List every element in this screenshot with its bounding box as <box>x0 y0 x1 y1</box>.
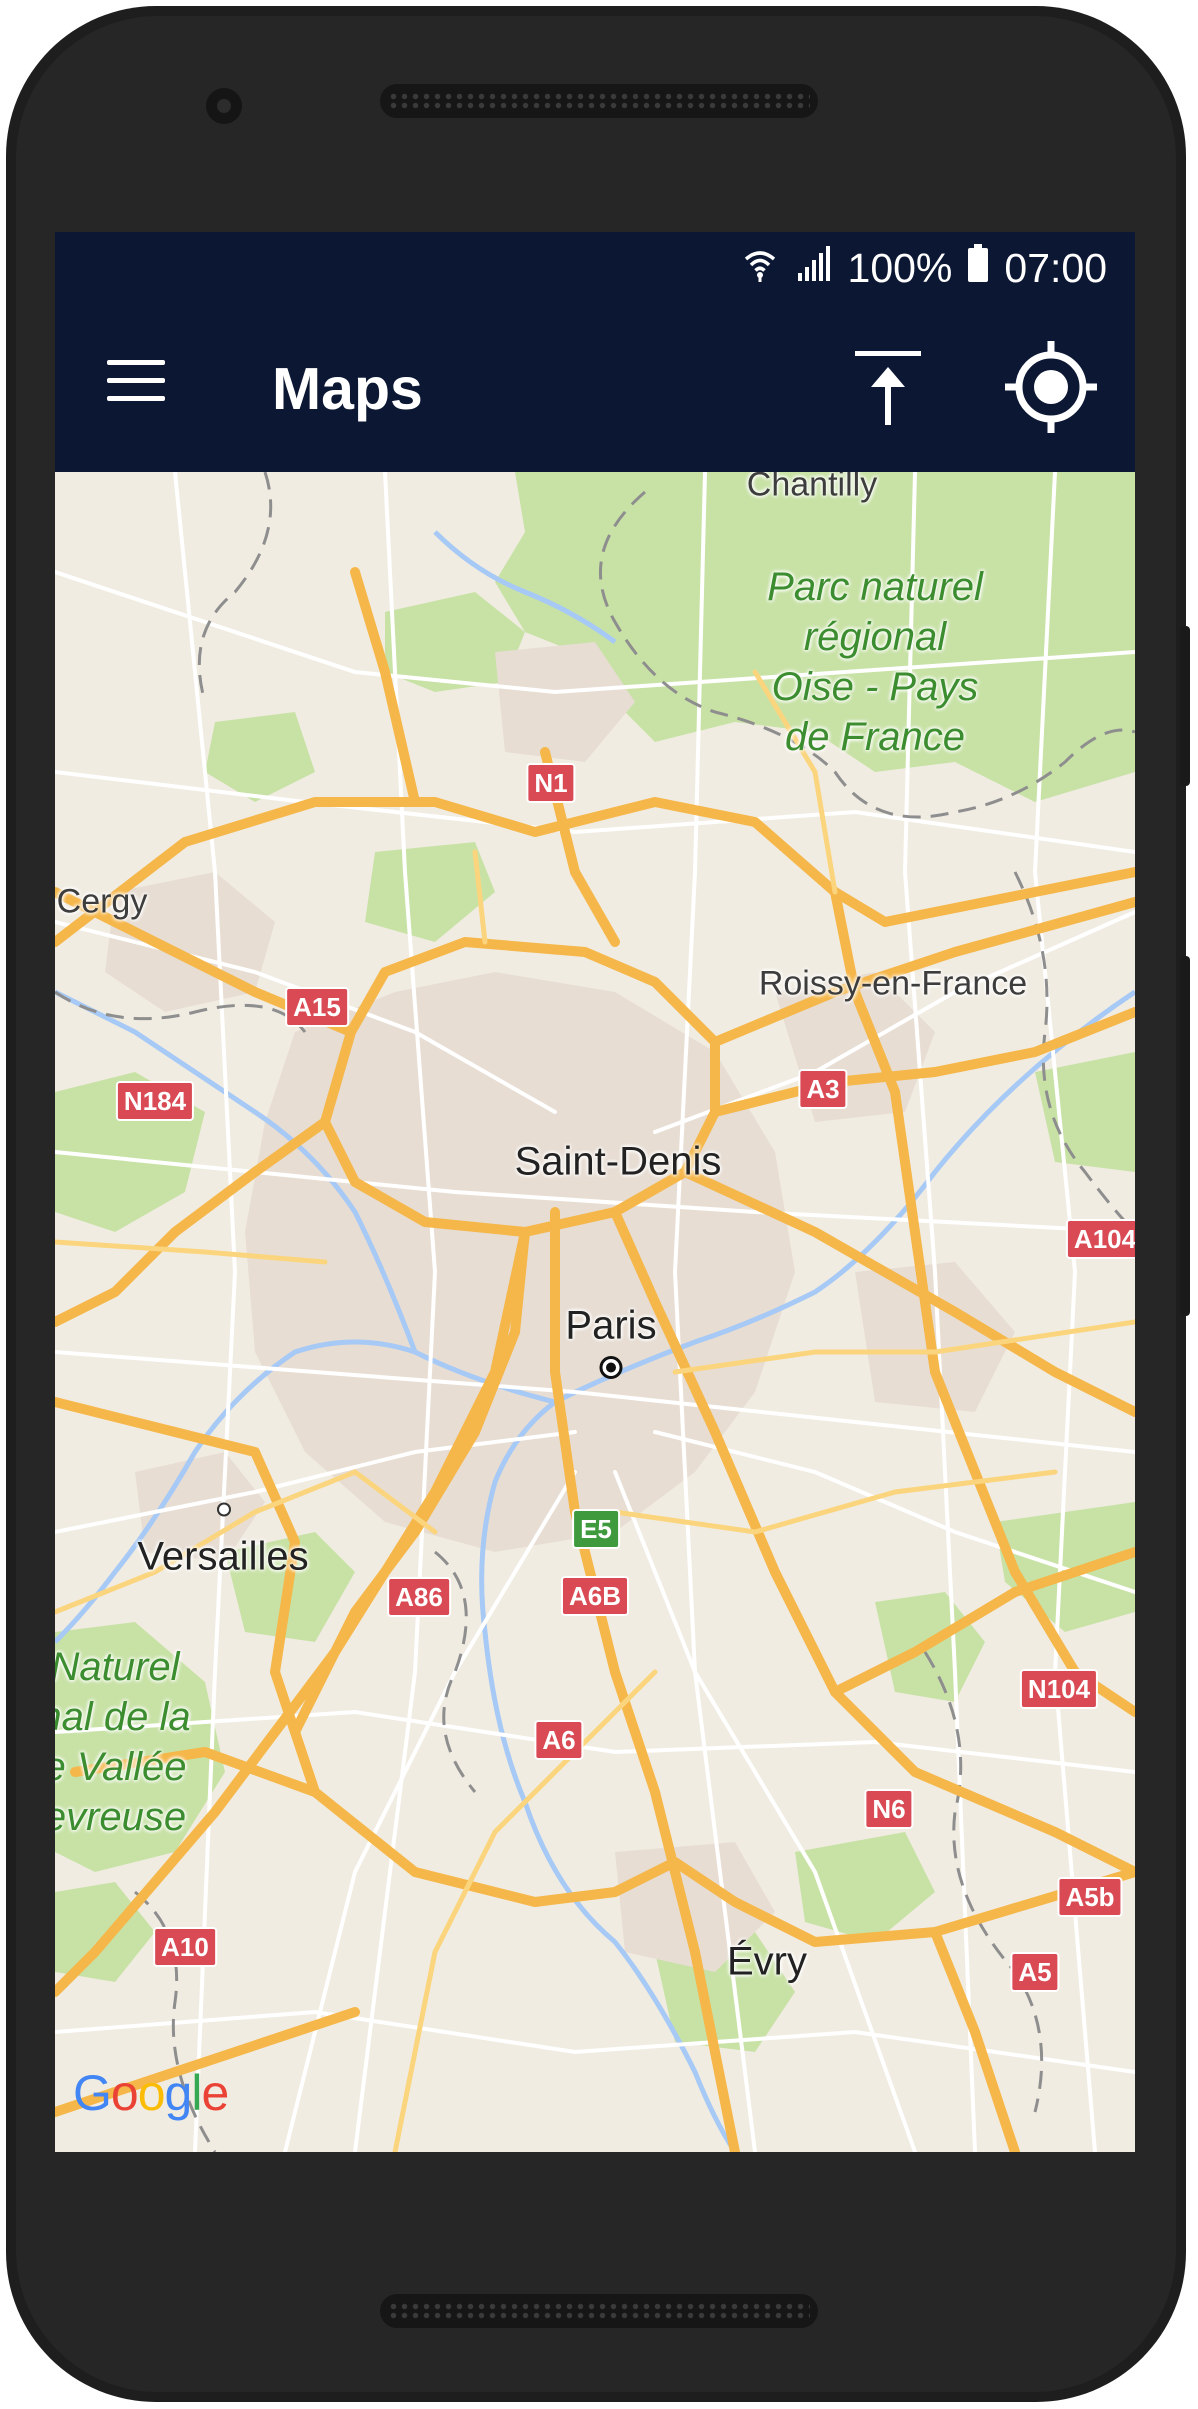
road-shield-a104: A104 <box>1065 1219 1135 1259</box>
power-button <box>1180 956 1190 1316</box>
road-shield-a5: A5 <box>1010 1952 1060 1992</box>
signal-icon <box>794 243 834 293</box>
road-shield-a86: A86 <box>387 1577 451 1617</box>
road-shield-a5b: A5b <box>1057 1877 1123 1917</box>
bottom-speaker <box>380 2294 818 2328</box>
road-shield-n1: N1 <box>526 763 576 803</box>
park-haute-vallee-de-chevreuse: Naturel nal de la e Vallée evreuse <box>55 1642 191 1842</box>
road-shield-a3: A3 <box>798 1069 848 1109</box>
road-shield-a15: A15 <box>285 987 349 1027</box>
road-shield-a6b: A6B <box>560 1576 630 1616</box>
road-shield-n184: N184 <box>115 1081 195 1121</box>
app-title: Maps <box>272 356 423 422</box>
park-label-line: de France <box>784 715 966 759</box>
battery-percent: 100% <box>847 244 953 291</box>
place-versailles: Versailles <box>137 1534 309 1579</box>
battery-icon <box>966 243 990 293</box>
road-shield-a10: A10 <box>153 1927 217 1967</box>
road-shield-n104: N104 <box>1019 1669 1099 1709</box>
place-chantilly: Chantilly <box>746 472 878 504</box>
road-shield-a6: A6 <box>534 1720 584 1760</box>
place-evry: Évry <box>727 1939 807 1984</box>
place-saint-denis: Saint-Denis <box>514 1139 722 1184</box>
google-logo: Google <box>73 2065 229 2121</box>
park-label-line: régional <box>803 615 947 659</box>
screen: 100% 07:00 Maps Chantilly Parc naturel r… <box>55 232 1135 2152</box>
status-bar: 100% 07:00 <box>55 232 1135 303</box>
front-camera <box>206 88 242 124</box>
park-label-line: evreuse <box>55 1795 187 1839</box>
map-view[interactable]: Chantilly Parc naturel régional Oise - P… <box>55 472 1135 2152</box>
menu-icon[interactable] <box>107 358 165 404</box>
park-label-line: nal de la <box>55 1695 191 1739</box>
park-label-line: Naturel <box>55 1645 180 1689</box>
place-cergy: Cergy <box>56 882 148 921</box>
park-label-line: Oise - Pays <box>771 665 979 709</box>
road-shield-n6: N6 <box>864 1789 914 1829</box>
wifi-icon <box>740 243 780 293</box>
park-label-line: e Vallée <box>55 1745 187 1789</box>
clock: 07:00 <box>1004 244 1107 291</box>
road-shield-e5: E5 <box>572 1509 620 1549</box>
place-roissy-en-france: Roissy-en-France <box>758 964 1028 1003</box>
top-speaker <box>380 84 818 118</box>
upload-icon[interactable] <box>845 343 935 433</box>
volume-button <box>1180 626 1190 786</box>
app-bar: Maps <box>55 303 1135 472</box>
town-marker-icon <box>216 1502 232 1523</box>
place-paris: Paris <box>565 1303 657 1348</box>
my-location-icon[interactable] <box>1001 337 1101 437</box>
city-marker-icon[interactable] <box>598 1355 624 1386</box>
park-label-line: Parc naturel <box>767 565 983 609</box>
park-oise-pays-de-france: Parc naturel régional Oise - Pays de Fra… <box>767 562 983 762</box>
